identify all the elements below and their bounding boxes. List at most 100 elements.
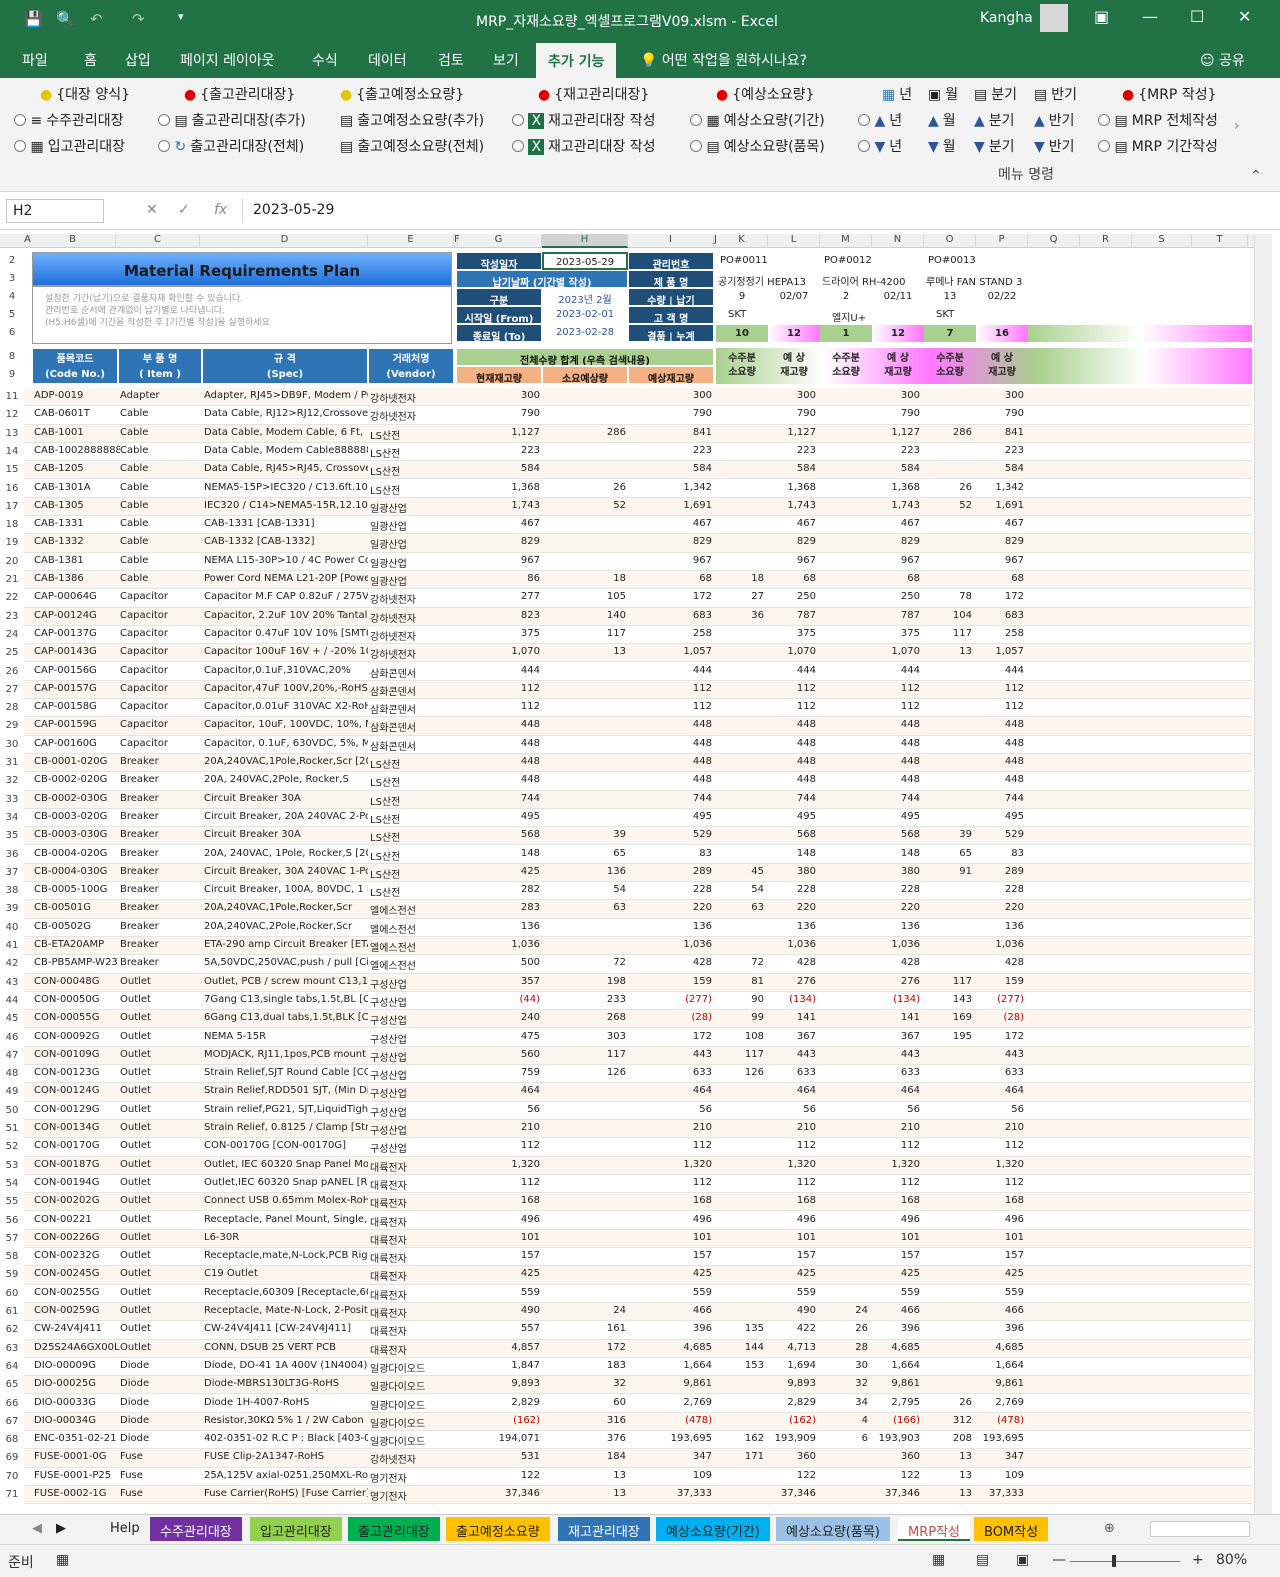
vendor[interactable]: LS산전 — [370, 866, 454, 881]
table-row[interactable]: CB-0003-020G Breaker Circuit Breaker, 20A … — [24, 809, 1252, 828]
po2-stock[interactable]: 157 — [872, 1250, 920, 1261]
po3-stock[interactable]: 559 — [976, 1287, 1024, 1298]
table-row[interactable]: CB-00501G Breaker 20A,240VAC,1Pole,Rocker,… — [24, 900, 1252, 919]
item-name[interactable]: Breaker — [120, 829, 202, 840]
item-spec[interactable]: Diode, DO-41 1A 400V (1N4004)-R — [204, 1360, 368, 1371]
row-header[interactable]: 22 — [0, 592, 24, 603]
po1-need[interactable]: 126 — [716, 1067, 764, 1078]
expected-need[interactable]: 72 — [542, 957, 626, 968]
expected-stock[interactable]: 112 — [628, 701, 712, 712]
po2-need[interactable]: 30 — [820, 1360, 868, 1371]
row-header[interactable]: 9 — [0, 369, 24, 380]
expected-stock[interactable]: 37,333 — [628, 1488, 712, 1499]
planned-add-button[interactable]: ▤ 출고예정소요량(추가) — [340, 110, 484, 130]
vendor[interactable]: 일광다이오드 — [370, 1415, 454, 1430]
item-code[interactable]: CB-0003-030G — [34, 829, 120, 840]
item-code[interactable]: CB-00502G — [34, 921, 120, 932]
expected-stock[interactable]: 841 — [628, 427, 712, 438]
po2-stock[interactable]: 466 — [872, 1305, 920, 1316]
sheet-tab-expected-item[interactable]: 예상소요량(품목) — [776, 1517, 890, 1541]
vendor[interactable]: 삼화콘덴서 — [370, 683, 454, 698]
expected-need[interactable]: 39 — [542, 829, 626, 840]
po1-stock[interactable]: 1,320 — [768, 1159, 816, 1170]
item-name[interactable]: Diode — [120, 1378, 202, 1389]
table-row[interactable]: CON-00134G Outlet Strain Relief, 0.8125 / … — [24, 1120, 1252, 1139]
expected-stock[interactable]: 1,664 — [628, 1360, 712, 1371]
page-break-view-icon[interactable]: ▣ — [1016, 1552, 1029, 1568]
row-header[interactable]: 68 — [0, 1434, 24, 1445]
po2-stock[interactable]: 448 — [872, 738, 920, 749]
item-code[interactable]: CAP-00143G — [34, 646, 120, 657]
current-stock[interactable]: 283 — [456, 902, 540, 913]
item-name[interactable]: Cable — [120, 445, 202, 456]
current-stock[interactable]: 448 — [456, 774, 540, 785]
release-all-button[interactable]: ↻ 출고관리대장(전체) — [158, 136, 304, 156]
item-spec[interactable]: 5A,50VDC,250VAC,push / pull [Circ — [204, 957, 368, 968]
po1-stock[interactable]: 443 — [768, 1049, 816, 1060]
item-code[interactable]: CB-0002-020G — [34, 774, 120, 785]
item-code[interactable]: CB-0003-020G — [34, 811, 120, 822]
po1-stock[interactable]: 428 — [768, 957, 816, 968]
row-header[interactable]: 49 — [0, 1086, 24, 1097]
item-code[interactable]: CB-0005-100G — [34, 884, 120, 895]
po1-stock[interactable]: 467 — [768, 518, 816, 529]
table-row[interactable]: CAB-1002888888 Cable Data Cable, Modem Cab… — [24, 443, 1252, 462]
table-row[interactable]: CB-00502G Breaker 20A,240VAC,2Pole,Rocker,… — [24, 919, 1252, 937]
current-stock[interactable]: 2,829 — [456, 1397, 540, 1408]
row-header[interactable]: 25 — [0, 647, 24, 658]
current-stock[interactable]: 1,320 — [456, 1159, 540, 1170]
po3-need[interactable]: 195 — [924, 1031, 972, 1042]
vendor[interactable]: 대륙전자 — [370, 1305, 454, 1320]
item-spec[interactable]: 25A,125V axial-0251.250MXL-RoH — [204, 1470, 368, 1481]
item-code[interactable]: FUSE-0001-0G — [34, 1451, 120, 1462]
expected-stock[interactable]: 448 — [628, 774, 712, 785]
row-header[interactable]: 57 — [0, 1233, 24, 1244]
po2-stock[interactable]: 467 — [872, 518, 920, 529]
sheet-tab-mrp[interactable]: MRP작성 — [898, 1517, 971, 1541]
item-name[interactable]: Outlet — [120, 1104, 202, 1115]
tab-formulas[interactable]: 수식 — [312, 50, 338, 70]
table-row[interactable]: CAP-00157G Capacitor Capacitor,47uF 100V,2… — [24, 680, 1252, 700]
vendor[interactable]: 일광다이오드 — [370, 1397, 454, 1412]
expected-need[interactable]: 105 — [542, 591, 626, 602]
po3-stock[interactable]: 223 — [976, 445, 1024, 456]
item-name[interactable]: Cable — [120, 555, 202, 566]
po1-need[interactable]: 117 — [716, 1049, 764, 1060]
item-code[interactable]: CON-00245G — [34, 1268, 120, 1279]
po2-stock[interactable]: 210 — [872, 1122, 920, 1133]
po1-stock[interactable]: 1,127 — [768, 427, 816, 438]
item-code[interactable]: DIO-00009G — [34, 1360, 120, 1371]
current-stock[interactable]: 584 — [456, 463, 540, 474]
vendor[interactable]: LS산전 — [370, 793, 454, 808]
po1-stock[interactable]: 448 — [768, 738, 816, 749]
item-name[interactable]: Breaker — [120, 957, 202, 968]
table-row[interactable]: CON-00050G Outlet 7Gang C13,single tabs,1.… — [24, 992, 1252, 1011]
current-stock[interactable]: 464 — [456, 1085, 540, 1096]
expected-stock[interactable]: 172 — [628, 1031, 712, 1042]
expected-stock[interactable]: 68 — [628, 573, 712, 584]
table-row[interactable]: CAB-1331 Cable CAB-1331 [CAB-1331] 일광산업 467 4… — [24, 516, 1252, 535]
current-stock[interactable]: 448 — [456, 756, 540, 767]
minimize-icon[interactable]: — — [1142, 7, 1158, 26]
row-header[interactable]: 30 — [0, 739, 24, 750]
item-spec[interactable]: Adapter, RJ45>DB9F, Modem / PC — [204, 390, 368, 401]
quarter-up-button[interactable]: ▲ 분기 — [974, 110, 1015, 130]
po1-stock[interactable]: 744 — [768, 793, 816, 804]
item-spec[interactable]: 20A, 240VAC, 1Pole, Rocker,S [20A — [204, 848, 368, 859]
current-stock[interactable]: 86 — [456, 573, 540, 584]
vendor[interactable]: 일광산업 — [370, 536, 454, 551]
item-code[interactable]: CON-00124G — [34, 1085, 120, 1096]
item-name[interactable]: Fuse — [120, 1470, 202, 1481]
po2-stock[interactable]: 464 — [872, 1085, 920, 1096]
vendor[interactable]: LS산전 — [370, 774, 454, 789]
item-name[interactable]: Diode — [120, 1433, 202, 1444]
current-stock[interactable]: 112 — [456, 701, 540, 712]
item-name[interactable]: Outlet — [120, 1122, 202, 1133]
month-button[interactable]: ▣ 월 — [928, 84, 958, 104]
po1-stock[interactable]: 1,694 — [768, 1360, 816, 1371]
po1-need[interactable]: 18 — [716, 573, 764, 584]
item-spec[interactable]: Outlet,IEC 60320 Snap pANEL [R3 — [204, 1177, 368, 1188]
item-name[interactable]: Outlet — [120, 1232, 202, 1243]
po3-stock[interactable]: 159 — [976, 976, 1024, 987]
item-spec[interactable]: Resistor,30KΩ 5% 1 / 2W Cabon — [204, 1415, 368, 1426]
